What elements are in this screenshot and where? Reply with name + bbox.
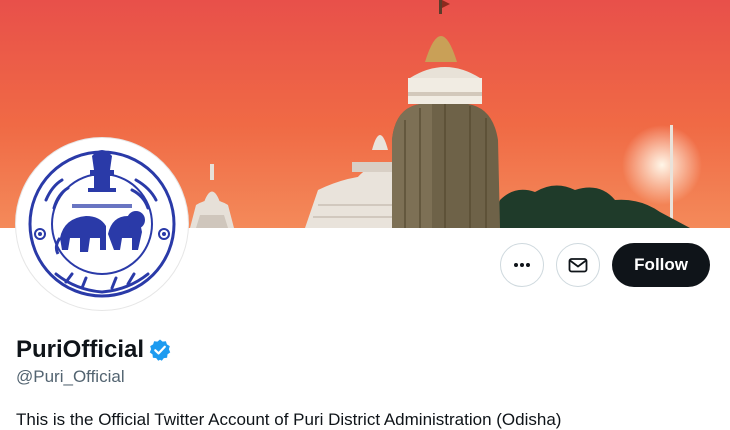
more-button[interactable] bbox=[500, 243, 545, 287]
profile-name-row: PuriOfficial bbox=[16, 336, 172, 364]
verified-badge-icon[interactable] bbox=[148, 338, 172, 362]
profile-avatar[interactable] bbox=[16, 138, 188, 310]
profile-actions: Follow bbox=[500, 243, 710, 287]
follow-button[interactable]: Follow bbox=[612, 243, 710, 287]
message-button[interactable] bbox=[556, 243, 601, 287]
profile-handle: @Puri_Official bbox=[16, 367, 125, 386]
profile-bio: This is the Official Twitter Account of … bbox=[16, 410, 562, 429]
envelope-icon bbox=[568, 258, 588, 273]
display-name: PuriOfficial bbox=[16, 336, 145, 363]
odisha-government-emblem bbox=[28, 150, 176, 298]
more-horizontal-icon bbox=[514, 263, 531, 267]
